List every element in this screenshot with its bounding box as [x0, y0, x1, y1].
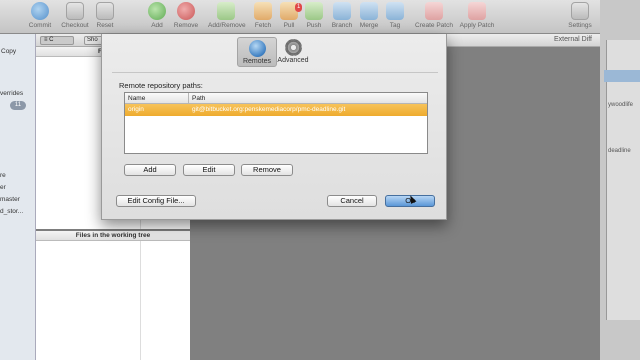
apply-patch-button[interactable]: Apply Patch: [457, 2, 497, 29]
merge-icon: [360, 2, 378, 20]
fetch-icon: [254, 2, 272, 20]
sidebar: Copy verrides 11 re er master d_stor...: [0, 34, 36, 360]
branch-icon: [333, 2, 351, 20]
edit-config-file-button[interactable]: Edit Config File...: [116, 195, 196, 207]
gear-icon: [284, 39, 302, 56]
reset-button[interactable]: Reset: [87, 2, 123, 29]
background-window-text: ywoodlife: [608, 102, 634, 108]
tag-button[interactable]: Tag: [377, 2, 413, 29]
column-header-name[interactable]: Name: [125, 93, 145, 104]
divider: [112, 72, 438, 73]
remove-remote-button[interactable]: Remove: [241, 164, 293, 176]
remove-button[interactable]: Remove: [168, 2, 204, 29]
commit-button[interactable]: Commit: [22, 2, 58, 29]
column-divider: [140, 241, 141, 360]
cancel-button[interactable]: Cancel: [327, 195, 377, 207]
repository-settings-sheet: Remotes Advanced Remote repository paths…: [101, 34, 447, 220]
tag-icon: [386, 2, 404, 20]
add-remote-button[interactable]: Add: [124, 164, 176, 176]
external-diff-label[interactable]: External Diff: [554, 36, 592, 43]
add-icon: [148, 2, 166, 20]
sidebar-badge: 11: [10, 101, 26, 110]
create-patch-icon: [425, 2, 443, 20]
settings-icon: [571, 2, 589, 20]
working-tree-header: Files in the working tree: [36, 231, 190, 241]
remotes-table: Name Path origin git@bitbucket.org:pensk…: [124, 92, 428, 154]
table-header: [125, 93, 427, 104]
sidebar-item[interactable]: d_stor...: [0, 208, 23, 215]
tab-advanced[interactable]: Advanced: [273, 37, 313, 67]
globe-icon: [248, 40, 266, 57]
section-label: Remote repository paths:: [119, 81, 203, 90]
settings-button[interactable]: Settings: [562, 2, 598, 29]
create-patch-button[interactable]: Create Patch: [414, 2, 454, 29]
reset-icon: [96, 2, 114, 20]
remote-name-cell: origin: [128, 106, 144, 113]
add-remove-button[interactable]: Add/Remove: [208, 2, 246, 29]
working-tree-panel: Files in the working tree: [36, 231, 190, 360]
background-window-selection: [604, 70, 640, 82]
column-header-path[interactable]: Path: [189, 93, 205, 104]
remote-path-cell: git@bitbucket.org:penskemediacorp/pmc-de…: [192, 106, 346, 113]
add-remove-icon: [217, 2, 235, 20]
background-window-list: [606, 40, 640, 320]
sidebar-item[interactable]: er: [0, 184, 6, 191]
sidebar-item[interactable]: Copy: [1, 48, 16, 55]
remove-icon: [177, 2, 195, 20]
sidebar-item[interactable]: master: [0, 196, 20, 203]
view-mode-control[interactable]: ≡ C: [40, 36, 74, 45]
sidebar-item[interactable]: re: [0, 172, 6, 179]
checkout-icon: [66, 2, 84, 20]
tab-remotes[interactable]: Remotes: [237, 37, 277, 67]
commit-icon: [31, 2, 49, 20]
apply-patch-icon: [468, 2, 486, 20]
main-toolbar: Commit Checkout Reset Add Remove Add/Rem…: [0, 0, 600, 34]
edit-remote-button[interactable]: Edit: [183, 164, 235, 176]
table-row[interactable]: origin git@bitbucket.org:penskemediacorp…: [125, 104, 427, 116]
push-icon: [305, 2, 323, 20]
sidebar-item[interactable]: verrides: [0, 90, 23, 97]
background-window-text: deadline: [608, 148, 631, 154]
